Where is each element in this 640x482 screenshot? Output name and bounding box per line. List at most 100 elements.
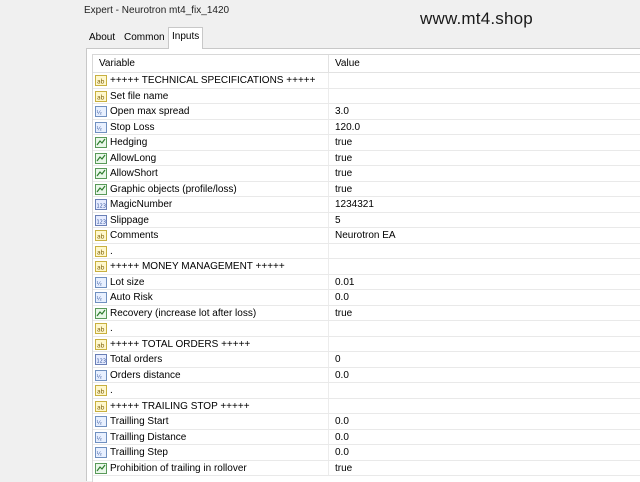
table-row[interactable]: ab.: [93, 321, 640, 337]
svg-text:½: ½: [97, 451, 102, 458]
variable-value[interactable]: true: [335, 151, 352, 167]
cell-divider: [328, 259, 329, 274]
double-type-icon: ½: [95, 121, 107, 133]
variable-value[interactable]: 120.0: [335, 120, 360, 136]
variable-value[interactable]: 0.0: [335, 368, 349, 384]
variable-value[interactable]: 0.0: [335, 430, 349, 446]
variable-name: +++++ TECHNICAL SPECIFICATIONS +++++: [110, 75, 316, 86]
table-row[interactable]: ab.: [93, 243, 640, 259]
string-type-icon: ab: [95, 338, 107, 350]
string-type-icon: ab: [95, 230, 107, 241]
table-header: Variable Value: [93, 55, 640, 73]
table-row[interactable]: AllowShort true: [93, 166, 640, 182]
variable-value[interactable]: 0: [335, 352, 341, 368]
variable-value[interactable]: 0.01: [335, 275, 354, 291]
variable-name: Set file name: [110, 90, 169, 102]
variable-value[interactable]: true: [335, 306, 352, 322]
variable-name: MagicNumber: [110, 199, 173, 210]
table-row[interactable]: ab.: [93, 383, 640, 399]
inputs-panel: Variable Value ab +++++ TECHNICAL SPECIFI…: [86, 48, 640, 482]
table-row[interactable]: ½ Open max spread 3.0: [93, 104, 640, 120]
table-row[interactable]: ab +++++ MONEY MANAGEMENT +++++: [93, 259, 640, 275]
table-row[interactable]: Graphic objects (profile/loss) true: [93, 181, 640, 198]
bool-type-icon: [95, 137, 107, 148]
svg-text:ab: ab: [97, 265, 105, 272]
variable-name: Prohibition of trailing in rollover: [110, 462, 247, 474]
double-type-icon: ½: [95, 276, 107, 288]
variable-value[interactable]: true: [335, 135, 352, 151]
variable-name: +++++ MONEY MANAGEMENT +++++: [110, 261, 285, 272]
svg-text:½: ½: [97, 420, 102, 427]
table-row[interactable]: 123 MagicNumber 1234321: [93, 197, 640, 213]
cell-divider: [328, 305, 329, 320]
variable-name: +++++ TOTAL ORDERS +++++: [110, 338, 251, 350]
column-header-value[interactable]: Value: [335, 58, 360, 69]
cell-divider: [328, 445, 329, 460]
variable-value[interactable]: Neurotron EA: [335, 228, 396, 244]
cell-divider: [328, 243, 329, 258]
variable-value[interactable]: 0.0: [335, 290, 349, 306]
svg-text:½: ½: [97, 125, 102, 132]
tab-common[interactable]: Common: [121, 29, 168, 47]
variable-name: Recovery (increase lot after loss): [110, 307, 257, 319]
table-row[interactable]: ab +++++ TECHNICAL SPECIFICATIONS +++++: [93, 73, 640, 89]
table-row[interactable]: ½ Lot size 0.01: [93, 274, 640, 291]
variable-value[interactable]: 0.0: [335, 414, 349, 430]
cell-divider: [328, 398, 329, 413]
table-row[interactable]: ½ Trailling Start 0.0: [93, 414, 640, 430]
variable-name: Graphic objects (profile/loss): [110, 183, 237, 195]
table-row[interactable]: AllowLong true: [93, 150, 640, 167]
double-type-icon: ½: [95, 431, 107, 443]
double-type-icon: ½: [95, 106, 107, 117]
tab-inputs[interactable]: Inputs: [168, 27, 204, 49]
svg-text:½: ½: [97, 435, 102, 442]
svg-text:ab: ab: [97, 404, 105, 411]
cell-divider: [328, 290, 329, 305]
tab-about[interactable]: About: [86, 29, 118, 47]
variable-value[interactable]: true: [335, 166, 352, 182]
cell-divider: [328, 166, 329, 181]
variable-value[interactable]: 1234321: [335, 197, 374, 213]
variable-name: Auto Risk: [110, 292, 153, 303]
table-row[interactable]: ½ Auto Risk 0.0: [93, 290, 640, 306]
variable-value[interactable]: 0.0: [335, 445, 349, 461]
table-row[interactable]: ab +++++ TRAILING STOP +++++: [93, 398, 640, 414]
string-type-icon: ab: [95, 245, 107, 257]
double-type-icon: ½: [95, 292, 107, 303]
cell-divider: [328, 197, 329, 212]
variable-value[interactable]: 5: [335, 213, 341, 229]
column-divider[interactable]: [328, 55, 329, 72]
variable-name: Open max spread: [110, 106, 190, 117]
table-row[interactable]: Recovery (increase lot after loss) true: [93, 305, 640, 322]
table-row[interactable]: ab Set file name: [93, 88, 640, 104]
double-type-icon: ½: [95, 369, 107, 381]
variable-name: .: [110, 323, 113, 334]
table-row[interactable]: 123 Slippage 5: [93, 212, 640, 229]
table-row[interactable]: Prohibition of trailing in rollover true: [93, 460, 640, 477]
table-row[interactable]: ab Comments Neurotron EA: [93, 228, 640, 244]
table-row[interactable]: 123 Total orders 0: [93, 352, 640, 368]
table-row[interactable]: ½ Trailling Distance 0.0: [93, 429, 640, 446]
column-header-variable[interactable]: Variable: [99, 58, 135, 69]
variable-value[interactable]: 3.0: [335, 104, 349, 120]
table-row[interactable]: ½ Orders distance 0.0: [93, 367, 640, 384]
string-type-icon: ab: [95, 75, 107, 86]
variable-value[interactable]: true: [335, 182, 352, 198]
table-row[interactable]: ½ Stop Loss 120.0: [93, 119, 640, 136]
table-row[interactable]: ½ Trailling Step 0.0: [93, 445, 640, 461]
bool-type-icon: [95, 152, 107, 164]
variable-name: +++++ TRAILING STOP +++++: [110, 400, 250, 412]
variable-name: .: [110, 385, 113, 396]
variable-name: Comments: [110, 230, 159, 241]
double-type-icon: ½: [95, 447, 107, 458]
integer-type-icon: 123: [95, 199, 107, 210]
table-row[interactable]: Hedging true: [93, 135, 640, 151]
cell-divider: [328, 212, 329, 227]
svg-text:ab: ab: [97, 327, 105, 334]
variable-value[interactable]: true: [335, 461, 352, 477]
table-row[interactable]: ab +++++ TOTAL ORDERS +++++: [93, 336, 640, 352]
svg-text:½: ½: [97, 296, 102, 303]
cell-divider: [328, 181, 329, 196]
cell-divider: [328, 321, 329, 336]
cell-divider: [328, 336, 329, 351]
